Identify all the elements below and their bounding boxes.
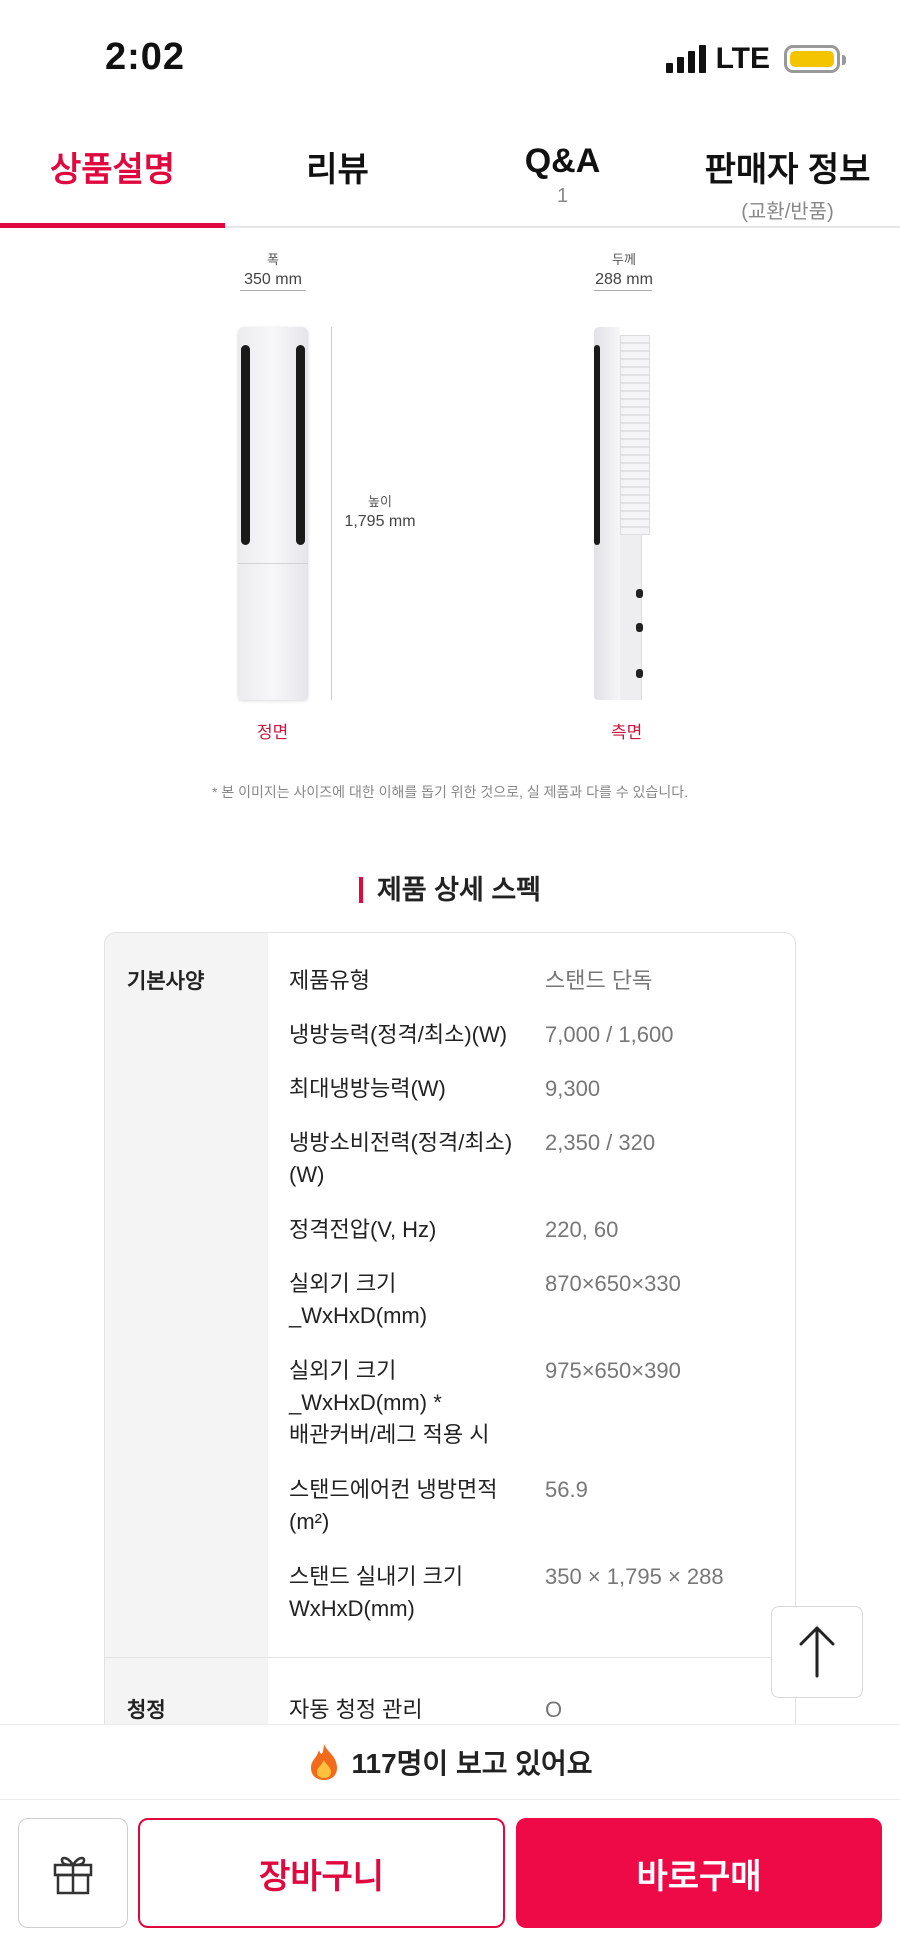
tab-bar: 상품설명 리뷰 Q&A 1 판매자 정보 (교환/반품)	[0, 120, 900, 228]
spec-value: 870×650×330	[545, 1271, 681, 1296]
spec-row: 스탠드에어컨 냉방면적 (m²) 56.9	[289, 1474, 789, 1538]
spec-row: 냉방소비전력(정격/최소) (W) 2,350 / 320	[289, 1127, 789, 1191]
width-line	[240, 290, 306, 291]
spec-row: 자동 청정 관리 O	[289, 1694, 789, 1726]
gift-button[interactable]	[18, 1818, 128, 1928]
buy-now-button[interactable]: 바로구매	[516, 1818, 882, 1928]
title-accent-bar	[358, 877, 363, 903]
spec-key: 냉방능력(정격/최소)(W)	[289, 1022, 508, 1047]
add-to-cart-button[interactable]: 장바구니	[138, 1818, 505, 1928]
battery-icon	[784, 45, 846, 73]
status-indicators: LTE	[665, 42, 846, 76]
tab-label: 상품설명	[49, 151, 176, 189]
tab-sublabel: (교환/반품)	[741, 201, 834, 223]
spec-key: 제품유형	[289, 968, 370, 993]
tab-label: 판매자 정보	[704, 151, 871, 189]
tab-review[interactable]: 리뷰	[225, 120, 450, 226]
spec-value: 2,350 / 320	[545, 1130, 656, 1155]
live-viewers-bar: 117명이 보고 있어요	[0, 1724, 900, 1800]
fire-icon	[311, 1744, 338, 1780]
height-line	[331, 327, 332, 700]
product-side-image	[594, 327, 652, 700]
tab-label: 리뷰	[306, 151, 369, 189]
spec-table: 기본사양 청정 제품유형 스탠드 단독 냉방능력(정격/최소)(W) 7,000…	[104, 932, 796, 1792]
spec-key: 스탠드 실내기 크기 WxHxD(mm)	[289, 1564, 464, 1621]
spec-value: 220, 60	[545, 1217, 619, 1242]
disclaimer-note: * 본 이미지는 사이즈에 대한 이해를 돕기 위한 것으로, 실 제품과 다를…	[212, 784, 688, 800]
spec-key: 최대냉방능력(W)	[289, 1076, 446, 1101]
spec-row: 정격전압(V, Hz) 220, 60	[289, 1214, 789, 1246]
tab-description[interactable]: 상품설명	[0, 120, 225, 228]
scroll-to-top-button[interactable]	[771, 1606, 863, 1698]
spec-category-column	[105, 933, 268, 1791]
spec-category-basic: 기본사양	[127, 970, 205, 993]
spec-row: 최대냉방능력(W) 9,300	[289, 1073, 789, 1105]
front-view-label: 정면	[257, 723, 289, 742]
spec-key: 실외기 크기 _WxHxD(mm) * 배관커버/레그 적용 시	[289, 1358, 490, 1447]
gift-icon	[53, 1856, 93, 1895]
side-view-label: 측면	[611, 723, 643, 742]
product-dimension-diagram: 폭 350 mm 두께 288 mm 높이 1,795 mm 정면 측면 * 본 이미…	[0, 230, 900, 820]
bottom-action-bar: 장바구니 바로구매	[0, 1800, 900, 1947]
width-dimension: 폭 350 mm	[244, 252, 302, 288]
viewers-text: 117명이 보고 있어요	[351, 1748, 593, 1779]
spec-row: 제품유형 스탠드 단독	[289, 965, 789, 997]
spec-row: 실외기 크기 _WxHxD(mm) 870×650×330	[289, 1268, 789, 1332]
depth-dimension: 두께 288 mm	[595, 252, 653, 288]
tab-label: Q&A	[524, 142, 601, 180]
spec-value: 스탠드 단독	[545, 968, 653, 993]
spec-value: O	[545, 1697, 563, 1722]
tab-count: 1	[556, 185, 569, 207]
height-dimension: 높이 1,795 mm	[344, 494, 416, 530]
spec-row: 실외기 크기 _WxHxD(mm) * 배관커버/레그 적용 시 975×650…	[289, 1355, 789, 1451]
spec-category-clean: 청정	[127, 1699, 166, 1722]
spec-row: 냉방능력(정격/최소)(W) 7,000 / 1,600	[289, 1019, 789, 1051]
network-label: LTE	[715, 42, 770, 75]
arrow-up-icon	[799, 1626, 835, 1678]
spec-value: 350 × 1,795 × 288	[545, 1564, 724, 1589]
spec-value: 7,000 / 1,600	[545, 1022, 674, 1047]
spec-key: 정격전압(V, Hz)	[289, 1217, 437, 1242]
spec-key: 스탠드에어컨 냉방면적 (m²)	[289, 1477, 498, 1534]
signal-icon	[665, 45, 706, 73]
spec-row: 스탠드 실내기 크기 WxHxD(mm) 350 × 1,795 × 288	[289, 1561, 789, 1625]
spec-value: 9,300	[545, 1076, 601, 1101]
tab-qna[interactable]: Q&A 1	[450, 120, 675, 226]
status-bar: 2:02 LTE	[0, 0, 900, 110]
product-front-image	[238, 327, 308, 700]
spec-divider	[105, 1657, 795, 1658]
spec-value: 975×650×390	[545, 1358, 681, 1383]
status-time: 2:02	[105, 36, 186, 78]
tab-seller-info[interactable]: 판매자 정보 (교환/반품)	[675, 120, 900, 226]
spec-key: 냉방소비전력(정격/최소) (W)	[289, 1130, 513, 1187]
spec-value: 56.9	[545, 1477, 588, 1502]
spec-key: 실외기 크기 _WxHxD(mm)	[289, 1271, 428, 1328]
spec-section-title: 제품 상세 스펙	[0, 868, 900, 907]
depth-line	[594, 290, 652, 291]
spec-key: 자동 청정 관리	[289, 1697, 423, 1722]
